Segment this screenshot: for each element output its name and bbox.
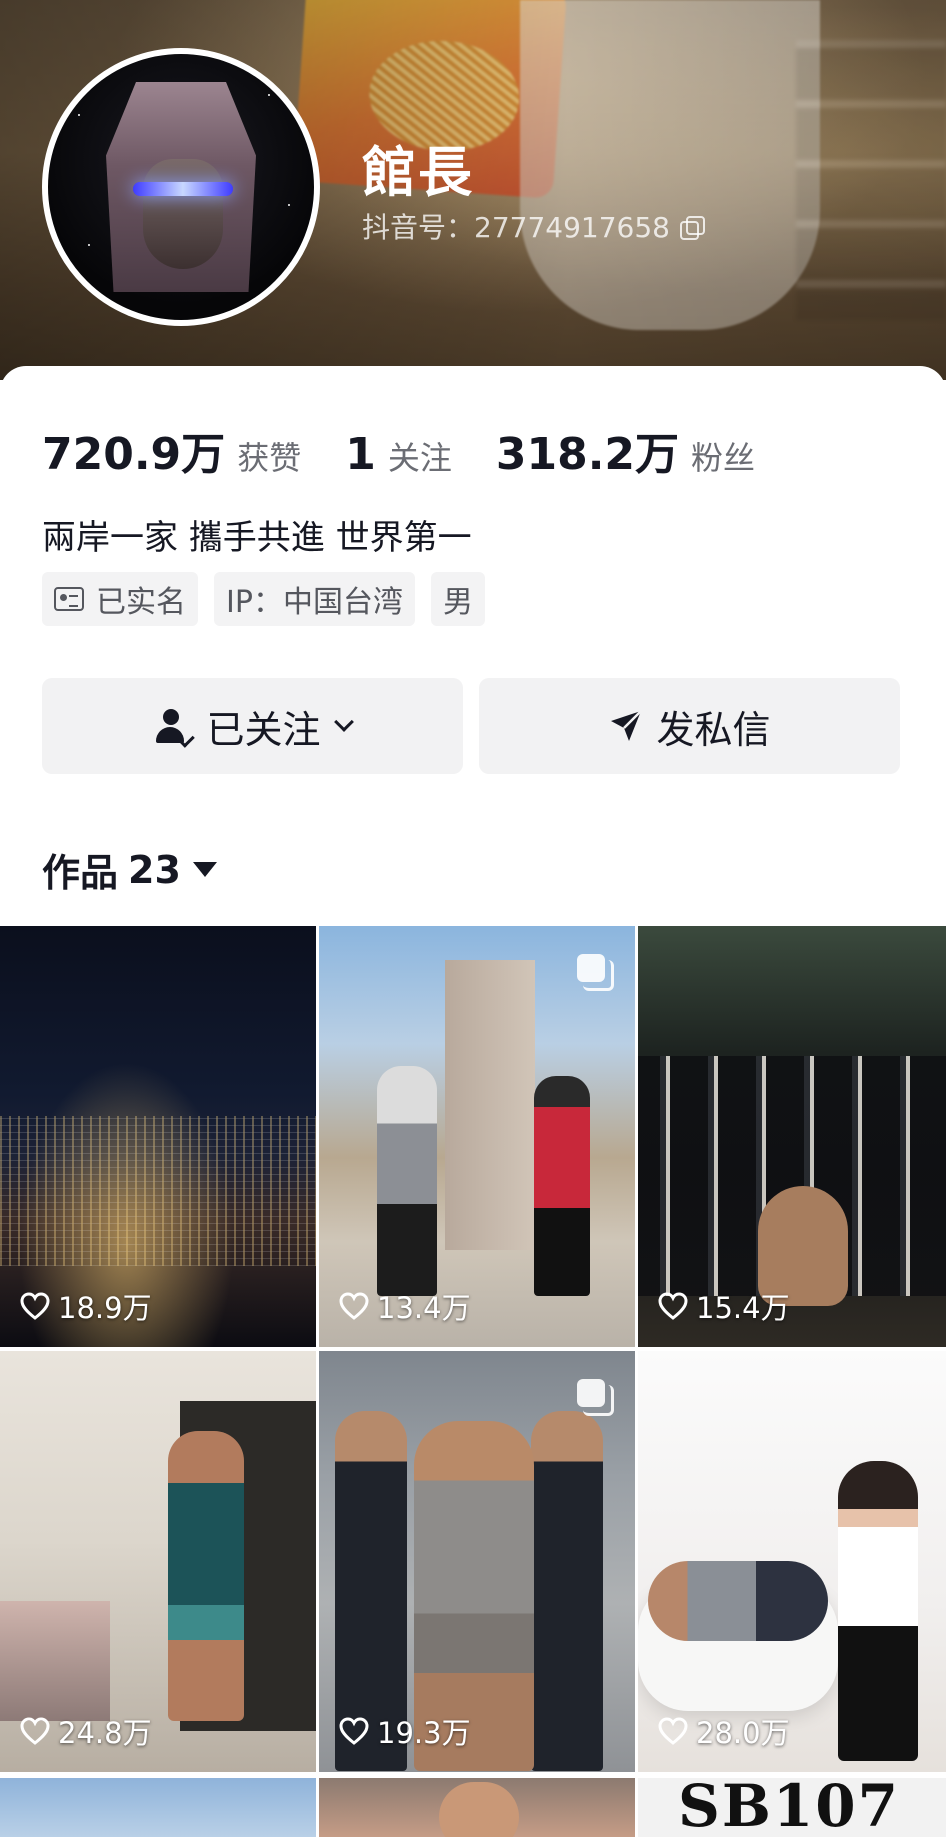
bed	[0, 1601, 110, 1721]
person-left	[377, 1066, 437, 1296]
works-label: 作品	[42, 851, 119, 895]
video-likes-count: 28.0万	[696, 1716, 790, 1750]
multi-image-icon	[577, 1379, 614, 1416]
video-thumbnail-partial[interactable]: SB107	[638, 1778, 946, 1837]
likes-label: 获赞	[237, 439, 302, 477]
tag-gender-label: 男	[442, 585, 473, 620]
stat-followers[interactable]: 318.2万 粉丝	[496, 418, 755, 482]
tag-ip-label: IP：中国台湾	[226, 585, 403, 620]
multi-image-icon	[577, 954, 614, 991]
video-thumbnail[interactable]: 13.4万	[319, 926, 635, 1347]
profile-bio: 兩岸一家 攜手共進 世界第一	[42, 518, 472, 558]
message-button-label: 发私信	[656, 707, 771, 752]
tag-ip: IP：中国台湾	[214, 572, 415, 626]
video-likes-count: 18.9万	[58, 1291, 152, 1325]
video-thumbnail[interactable]: 24.8万	[0, 1351, 316, 1772]
works-tab[interactable]: 作品 23	[42, 842, 217, 897]
man-standing	[168, 1431, 244, 1721]
avatar-star	[268, 94, 270, 96]
heart-icon	[658, 1292, 688, 1320]
video-thumbnail-partial[interactable]	[0, 1778, 316, 1837]
send-icon	[611, 710, 643, 741]
video-thumbnail[interactable]: 15.4万	[638, 926, 946, 1347]
video-thumbnail[interactable]: 19.3万	[319, 1351, 635, 1772]
chevron-down-icon	[333, 712, 354, 732]
following-label: 关注	[387, 439, 452, 477]
avatar-star	[78, 114, 80, 116]
officer-right	[531, 1411, 603, 1771]
id-card-icon	[54, 587, 84, 611]
works-count: 23	[128, 847, 181, 892]
heart-icon	[20, 1292, 50, 1320]
video-likes-count: 13.4万	[377, 1291, 471, 1325]
doctor	[838, 1461, 918, 1761]
caret-down-icon	[192, 862, 217, 877]
stat-likes[interactable]: 720.9万 获赞	[42, 418, 301, 482]
message-button[interactable]: 发私信	[479, 678, 900, 774]
avatar-star	[88, 244, 90, 246]
heart-icon	[658, 1717, 688, 1745]
heart-icon	[339, 1717, 369, 1745]
copy-icon[interactable]	[678, 214, 705, 240]
video-likes: 18.9万	[20, 1285, 152, 1327]
avatar[interactable]	[42, 48, 320, 326]
stat-following[interactable]: 1 关注	[345, 429, 452, 480]
following-count: 1	[345, 429, 376, 480]
avatar-face	[143, 159, 223, 269]
video-thumbnail[interactable]: 28.0万	[638, 1351, 946, 1772]
douyin-id-row[interactable]: 抖音号：27774917658	[362, 206, 705, 246]
following-button-label: 已关注	[206, 707, 321, 752]
thumbnail-logo-text: SB107	[678, 1778, 900, 1837]
person-right	[534, 1076, 590, 1296]
followers-label: 粉丝	[691, 439, 756, 477]
tag-gender: 男	[430, 572, 485, 626]
likes-count: 720.9万	[42, 429, 226, 480]
video-likes: 19.3万	[339, 1710, 471, 1752]
user-check-icon	[154, 707, 196, 748]
tag-verified-label: 已实名	[96, 585, 186, 620]
avatar-star	[288, 204, 290, 206]
video-likes-count: 15.4万	[696, 1291, 790, 1325]
video-likes-count: 24.8万	[58, 1716, 152, 1750]
douyin-id-text: 抖音号：27774917658	[362, 211, 670, 244]
video-likes: 28.0万	[658, 1710, 790, 1752]
action-buttons: 已关注 发私信	[42, 678, 900, 774]
heart-icon	[20, 1717, 50, 1745]
avatar-visor	[133, 182, 233, 196]
following-button[interactable]: 已关注	[42, 678, 463, 774]
video-likes: 15.4万	[658, 1285, 790, 1327]
stats-row: 720.9万 获赞 1 关注 318.2万 粉丝	[42, 418, 799, 482]
heart-icon	[339, 1292, 369, 1320]
man-reclining	[648, 1561, 828, 1641]
followers-count: 318.2万	[495, 429, 680, 480]
video-likes: 13.4万	[339, 1285, 471, 1327]
tag-verified[interactable]: 已实名	[42, 572, 198, 626]
city-lights	[0, 1116, 316, 1266]
video-thumbnail-partial[interactable]	[319, 1778, 635, 1837]
video-likes-count: 19.3万	[377, 1716, 471, 1750]
video-thumbnail[interactable]: 18.9万	[0, 926, 316, 1347]
stone-monument	[445, 960, 535, 1250]
profile-tags: 已实名 IP：中国台湾 男	[42, 572, 485, 626]
video-likes: 24.8万	[20, 1710, 152, 1752]
profile-name: 館長	[362, 141, 474, 204]
